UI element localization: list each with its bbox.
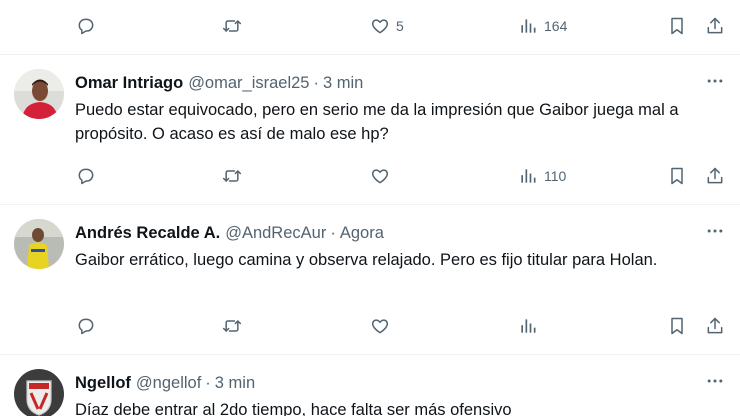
tweet-header: Ngellof @ngellof · 3 min	[75, 372, 255, 394]
views-count: 110	[544, 168, 567, 184]
retweet-button[interactable]	[222, 306, 242, 346]
views-icon	[518, 16, 538, 36]
like-button[interactable]: 5	[370, 6, 404, 46]
bookmark-button[interactable]	[667, 306, 687, 346]
share-icon	[705, 16, 725, 36]
separator: ·	[205, 373, 211, 392]
author-handle[interactable]: @ngellof	[136, 374, 201, 393]
divider	[0, 354, 740, 355]
reply-button[interactable]	[76, 156, 96, 196]
top-tweet-actions: 5 164	[0, 6, 740, 46]
more-button[interactable]	[703, 223, 727, 243]
more-icon	[705, 221, 725, 246]
like-icon	[370, 166, 390, 186]
tweet-header: Omar Intriago @omar_israel25 · 3 min	[75, 72, 363, 94]
retweet-icon	[222, 316, 242, 336]
tweet-header: Andrés Recalde A. @AndRecAur · Agora	[75, 222, 384, 244]
author-name[interactable]: Ngellof	[75, 374, 131, 393]
avatar[interactable]	[14, 369, 64, 416]
views-button[interactable]	[518, 306, 538, 346]
author-handle[interactable]: @omar_israel25	[188, 74, 309, 93]
reply-icon	[76, 316, 96, 336]
retweet-icon	[222, 166, 242, 186]
author-name[interactable]: Omar Intriago	[75, 74, 183, 93]
tweet-actions	[0, 306, 740, 346]
share-button[interactable]	[705, 156, 725, 196]
more-icon	[705, 71, 725, 96]
share-button[interactable]	[705, 306, 725, 346]
avatar[interactable]	[14, 219, 64, 269]
bookmark-button[interactable]	[667, 156, 687, 196]
views-count: 164	[544, 18, 568, 34]
tweet-text: Díaz debe entrar al 2do tiempo, hace fal…	[75, 401, 512, 416]
more-icon	[705, 371, 725, 396]
tweet-text: Puedo estar equivocado, pero en serio me…	[75, 101, 679, 143]
views-button[interactable]: 164	[518, 6, 567, 46]
timestamp[interactable]: 3 min	[323, 74, 363, 93]
avatar[interactable]	[14, 69, 64, 119]
more-button[interactable]	[703, 373, 727, 393]
share-icon	[705, 166, 725, 186]
separator: ·	[330, 223, 336, 242]
retweet-icon	[222, 16, 242, 36]
tweet-actions: 110	[0, 156, 740, 196]
bookmark-button[interactable]	[667, 6, 687, 46]
separator: ·	[313, 73, 320, 92]
reply-button[interactable]	[76, 6, 96, 46]
timestamp[interactable]: 3 min	[215, 374, 255, 393]
like-count: 5	[396, 18, 404, 34]
reply-icon	[76, 16, 96, 36]
more-button[interactable]	[703, 73, 727, 93]
divider	[0, 54, 740, 55]
bookmark-icon	[667, 316, 687, 336]
reply-icon	[76, 166, 96, 186]
retweet-button[interactable]	[222, 6, 242, 46]
timestamp[interactable]: Agora	[340, 224, 384, 243]
like-button[interactable]	[370, 156, 390, 196]
share-icon	[705, 316, 725, 336]
share-button[interactable]	[705, 6, 725, 46]
bookmark-icon	[667, 16, 687, 36]
retweet-button[interactable]	[222, 156, 242, 196]
tweet-text: Gaibor errático, luego camina y observa …	[75, 251, 658, 269]
views-icon	[518, 166, 538, 186]
views-icon	[518, 316, 538, 336]
like-icon	[370, 16, 390, 36]
author-name[interactable]: Andrés Recalde A.	[75, 224, 220, 243]
like-button[interactable]	[370, 306, 390, 346]
divider	[0, 204, 740, 205]
author-handle[interactable]: @AndRecAur	[225, 224, 326, 243]
views-button[interactable]: 110	[518, 156, 566, 196]
reply-button[interactable]	[76, 306, 96, 346]
bookmark-icon	[667, 166, 687, 186]
like-icon	[370, 316, 390, 336]
